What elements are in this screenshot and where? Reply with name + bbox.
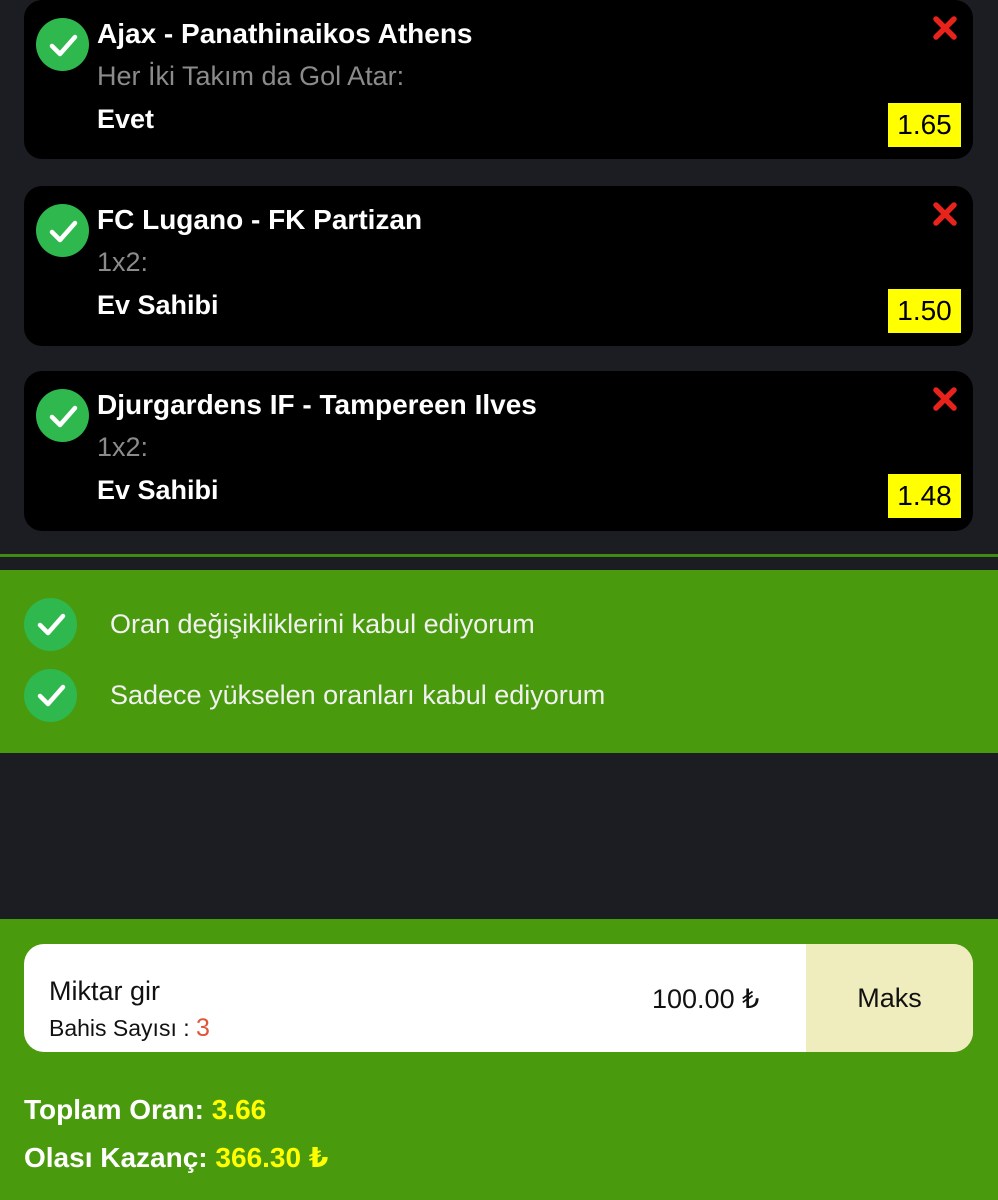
bet-count-value: 3 [196,1014,210,1042]
market-name: 1x2: [97,247,149,277]
section-divider [0,554,998,557]
market-name: 1x2: [97,432,149,462]
pick-name: Ev Sahibi [97,475,219,505]
accept-odds-changes-option[interactable]: Oran değişikliklerini kabul ediyorum [24,597,535,651]
close-icon [933,16,957,40]
pick-name: Evet [97,104,155,134]
bet-item: FC Lugano - FK Partizan 1x2: Ev Sahibi 1… [24,186,973,346]
bet-count: Bahis Sayısı : 3 [49,1014,210,1043]
bet-item: Ajax - Panathinaikos Athens Her İki Takı… [24,0,973,159]
accept-rising-odds-option[interactable]: Sadece yükselen oranları kabul ediyorum [24,668,605,722]
stake-title: Miktar gir [49,976,161,1006]
market-name: Her İki Takım da Gol Atar: [97,61,405,91]
match-name: Ajax - Panathinaikos Athens [97,18,473,49]
match-name: Djurgardens IF - Tampereen Ilves [97,389,537,420]
check-icon[interactable] [36,18,89,71]
option-label: Oran değişikliklerini kabul ediyorum [110,608,535,639]
potential-win-label: Olası Kazanç: [24,1142,208,1173]
odds-badge: 1.48 [888,474,961,518]
remove-bet-button[interactable] [931,200,959,228]
bet-item: Djurgardens IF - Tampereen Ilves 1x2: Ev… [24,371,973,531]
stake-panel: Miktar gir Bahis Sayısı : 3 100.00 ₺ Mak… [0,919,998,1200]
potential-win: Olası Kazanç: 366.30 ₺ [24,1141,328,1174]
remove-bet-button[interactable] [931,14,959,42]
stake-amount-input[interactable]: 100.00 ₺ [652,984,759,1015]
stake-input-box: Miktar gir Bahis Sayısı : 3 100.00 ₺ Mak… [24,944,973,1052]
odds-badge: 1.50 [888,289,961,333]
option-label: Sadece yükselen oranları kabul ediyorum [110,679,606,710]
total-odds-label: Toplam Oran: [24,1094,204,1125]
check-icon[interactable] [36,389,89,442]
total-odds-value: 3.66 [211,1094,267,1125]
potential-win-value: 366.30 ₺ [215,1142,329,1173]
bet-slip-list: Ajax - Panathinaikos Athens Her İki Takı… [0,0,998,556]
bet-count-label: Bahis Sayısı : [49,1015,190,1041]
close-icon [933,202,957,226]
total-odds: Toplam Oran: 3.66 [24,1094,266,1126]
pick-name: Ev Sahibi [97,290,219,320]
remove-bet-button[interactable] [931,385,959,413]
close-icon [933,387,957,411]
max-button[interactable]: Maks [806,944,973,1052]
check-icon[interactable] [24,668,77,722]
check-icon[interactable] [36,204,89,257]
match-name: FC Lugano - FK Partizan [97,204,423,235]
bet-options-panel: Oran değişikliklerini kabul ediyorum Sad… [0,570,998,753]
check-icon[interactable] [24,597,77,651]
spacer [0,753,998,919]
odds-badge: 1.65 [888,103,961,147]
